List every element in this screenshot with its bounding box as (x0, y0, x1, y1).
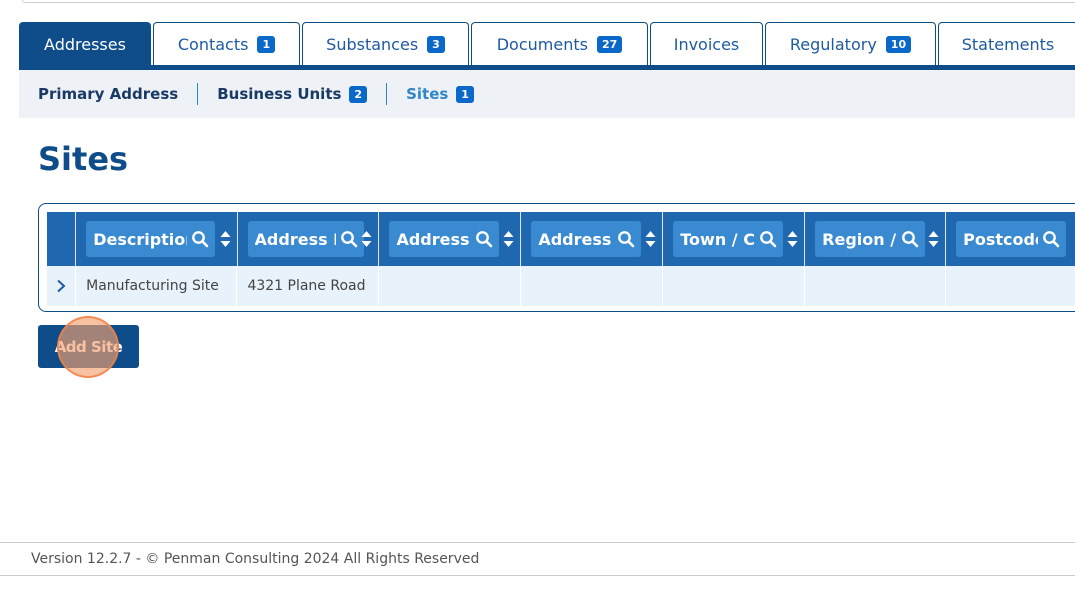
column-header-address-line-2: Address L (379, 212, 522, 266)
search-icon[interactable] (340, 230, 358, 248)
cell-address-line-1: 4321 Plane Road (237, 266, 380, 306)
column-label: Address L (396, 229, 471, 249)
subnav-count-badge: 2 (349, 85, 368, 103)
tab-label: Invoices (673, 35, 740, 54)
search-icon[interactable] (617, 230, 635, 248)
row-expander[interactable] (47, 266, 77, 306)
column-label: Postcode (963, 229, 1039, 249)
footer-divider (0, 542, 1075, 543)
main-tabs: Addresses Contacts 1 Substances 3 Docume… (19, 22, 1075, 67)
sort-icon[interactable] (361, 231, 372, 247)
column-filter-region-state[interactable]: Region / S (815, 221, 926, 257)
tab-label: Regulatory (789, 35, 877, 54)
tab-invoices[interactable]: Invoices (650, 22, 763, 66)
column-label: Address L (254, 229, 336, 249)
tab-count-badge: 1 (257, 36, 276, 53)
expander-column-header (47, 212, 77, 266)
cell-postcode (946, 266, 1075, 306)
tab-regulatory[interactable]: Regulatory 10 (765, 22, 936, 66)
grid-header: Description Address L Address L Address … (47, 212, 1075, 266)
column-label: Town / Ci (680, 229, 756, 249)
column-label: Description (93, 229, 188, 249)
column-filter-town-city[interactable]: Town / Ci (673, 221, 784, 257)
subnav-label: Sites (406, 85, 449, 103)
tab-label: Documents (496, 35, 588, 54)
sort-icon[interactable] (787, 231, 798, 247)
tab-label: Substances (326, 35, 419, 54)
subnav-label: Business Units (217, 85, 342, 103)
column-label: Address L (538, 229, 613, 249)
cell-town-city (663, 266, 806, 306)
subnav-item-sites[interactable]: Sites 1 (387, 83, 493, 105)
tab-addresses[interactable]: Addresses (19, 22, 151, 66)
column-label: Region / S (822, 229, 897, 249)
column-header-region-state: Region / S (805, 212, 947, 266)
column-filter-address-line-3[interactable]: Address L (531, 221, 642, 257)
column-header-town-city: Town / Ci (663, 212, 806, 266)
subnav-item-primary-address[interactable]: Primary Address (19, 83, 197, 105)
add-site-button[interactable]: Add Site (38, 325, 139, 368)
tab-label: Statements (961, 35, 1055, 54)
address-subnav: Primary Address Business Units 2 Sites 1 (19, 70, 1075, 118)
sort-icon[interactable] (503, 231, 514, 247)
subnav-count-badge: 1 (456, 85, 474, 103)
cell-address-line-3 (521, 266, 664, 306)
footer-divider (0, 575, 1075, 576)
column-filter-address-line-2[interactable]: Address L (389, 221, 500, 257)
subnav-label: Primary Address (38, 85, 179, 103)
tab-label: Contacts (177, 35, 249, 54)
column-header-postcode: Postcode (946, 212, 1075, 266)
tab-count-badge: 27 (596, 36, 623, 53)
column-header-address-line-1: Address L (238, 212, 380, 266)
tab-statements[interactable]: Statements (938, 22, 1075, 66)
tab-documents[interactable]: Documents 27 (471, 22, 648, 66)
search-icon[interactable] (191, 230, 209, 248)
top-border (22, 0, 1075, 3)
cell-region-state (805, 266, 947, 306)
tab-substances[interactable]: Substances 3 (302, 22, 469, 66)
table-row[interactable]: Manufacturing Site 4321 Plane Road (47, 266, 1075, 306)
subnav-item-business-units[interactable]: Business Units 2 (198, 83, 386, 105)
search-icon[interactable] (901, 230, 919, 248)
column-filter-address-line-1[interactable]: Address L (247, 221, 364, 257)
tab-count-badge: 3 (427, 36, 445, 53)
cell-description: Manufacturing Site (76, 266, 238, 306)
tab-count-badge: 10 (885, 36, 912, 53)
sort-icon[interactable] (928, 231, 939, 247)
column-header-address-line-3: Address L (521, 212, 664, 266)
tab-contacts[interactable]: Contacts 1 (153, 22, 300, 66)
cell-address-line-2 (379, 266, 522, 306)
chevron-right-icon (57, 279, 66, 293)
footer-copyright: Version 12.2.7 - © Penman Consulting 202… (31, 551, 480, 567)
search-icon[interactable] (475, 230, 493, 248)
page-title: Sites (38, 140, 129, 178)
sort-icon[interactable] (645, 231, 656, 247)
search-icon[interactable] (759, 230, 777, 248)
search-icon[interactable] (1042, 230, 1060, 248)
column-header-description: Description (76, 212, 238, 266)
tab-label: Addresses (44, 35, 126, 54)
column-filter-postcode[interactable]: Postcode (956, 221, 1067, 257)
sort-icon[interactable] (220, 231, 231, 247)
sites-grid: Description Address L Address L Address … (38, 203, 1075, 312)
column-filter-description[interactable]: Description (86, 221, 216, 257)
